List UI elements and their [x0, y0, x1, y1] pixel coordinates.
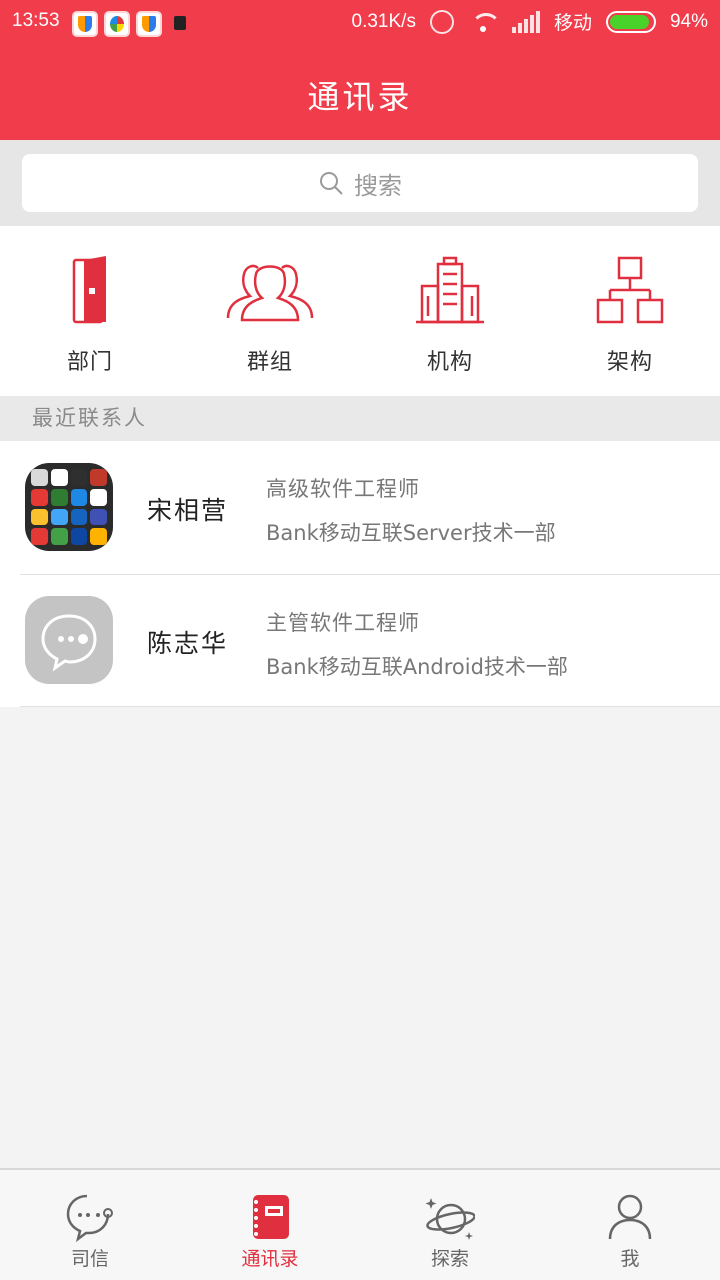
planet-icon: [425, 1198, 475, 1240]
search-area: 搜索: [0, 140, 720, 226]
notification-icons: [72, 11, 162, 37]
tab-label: 我: [620, 1248, 640, 1270]
tab-label: 通讯录: [241, 1248, 299, 1270]
door-icon: [72, 256, 106, 324]
category-label: 部门: [66, 350, 113, 375]
category-grid: 部门 群组 机构 架构: [0, 226, 720, 396]
tab-label: 司信: [70, 1248, 109, 1270]
app-header: 13:53 0.31K/s 移动 94% 通讯录: [0, 0, 720, 140]
search-icon: [320, 172, 343, 195]
wifi-icon: [468, 11, 501, 33]
chat-bubble-icon: [66, 1194, 113, 1242]
category-department[interactable]: 部门: [0, 226, 180, 396]
security-app-icon: [136, 11, 162, 37]
search-input[interactable]: 搜索: [22, 154, 698, 212]
category-label: 群组: [246, 350, 293, 375]
search-placeholder: 搜索: [354, 171, 402, 200]
building-icon: [416, 256, 484, 324]
signal-icon: [511, 10, 540, 33]
category-structure[interactable]: 架构: [540, 226, 720, 396]
contact-department: Bank移动互联Android技术一部: [266, 655, 568, 679]
category-group[interactable]: 群组: [180, 226, 360, 396]
status-indicators: 0.31K/s 移动 94%: [352, 8, 708, 35]
contact-name: 宋相营: [147, 496, 229, 525]
tab-contacts[interactable]: 通讯录: [180, 1170, 360, 1280]
browser-app-icon: [104, 11, 130, 37]
network-speed: 0.31K/s: [351, 10, 416, 32]
address-book-icon: [253, 1195, 289, 1239]
notification-dot-icon: [174, 16, 186, 30]
tab-messages[interactable]: 司信: [0, 1170, 180, 1280]
org-chart-icon: [596, 256, 664, 324]
avatar: [25, 463, 113, 551]
category-label: 架构: [606, 350, 653, 375]
avatar: [25, 596, 113, 684]
message-bubble-icon: [41, 614, 97, 672]
person-icon: [608, 1194, 652, 1240]
contact-list: 宋相营 高级软件工程师 Bank移动互联Server技术一部 陈志华 主管软件工…: [0, 441, 720, 707]
tab-explore[interactable]: 探索: [360, 1170, 540, 1280]
battery-percent: 94%: [669, 10, 708, 32]
contact-name: 陈志华: [147, 629, 229, 658]
group-icon: [226, 264, 314, 322]
security-app-icon: [72, 11, 98, 37]
contact-role: 高级软件工程师: [266, 477, 420, 501]
category-institution[interactable]: 机构: [360, 226, 540, 396]
list-item[interactable]: 陈志华 主管软件工程师 Bank移动互联Android技术一部: [20, 574, 720, 707]
alarm-icon: [429, 9, 454, 34]
section-title: 最近联系人: [0, 396, 720, 441]
category-label: 机构: [426, 350, 473, 375]
carrier-name: 移动: [553, 13, 592, 34]
tab-label: 探索: [430, 1248, 469, 1270]
status-time: 13:53: [12, 10, 60, 31]
tab-me[interactable]: 我: [540, 1170, 720, 1280]
contact-role: 主管软件工程师: [266, 611, 420, 635]
contact-department: Bank移动互联Server技术一部: [266, 521, 556, 545]
battery-icon: [605, 10, 656, 33]
page-title: 通讯录: [307, 78, 413, 116]
list-item[interactable]: 宋相营 高级软件工程师 Bank移动互联Server技术一部: [0, 441, 720, 574]
bottom-tab-bar: 司信 通讯录 探索 我: [0, 1168, 720, 1280]
status-bar: 13:53 0.31K/s 移动 94%: [0, 0, 720, 48]
